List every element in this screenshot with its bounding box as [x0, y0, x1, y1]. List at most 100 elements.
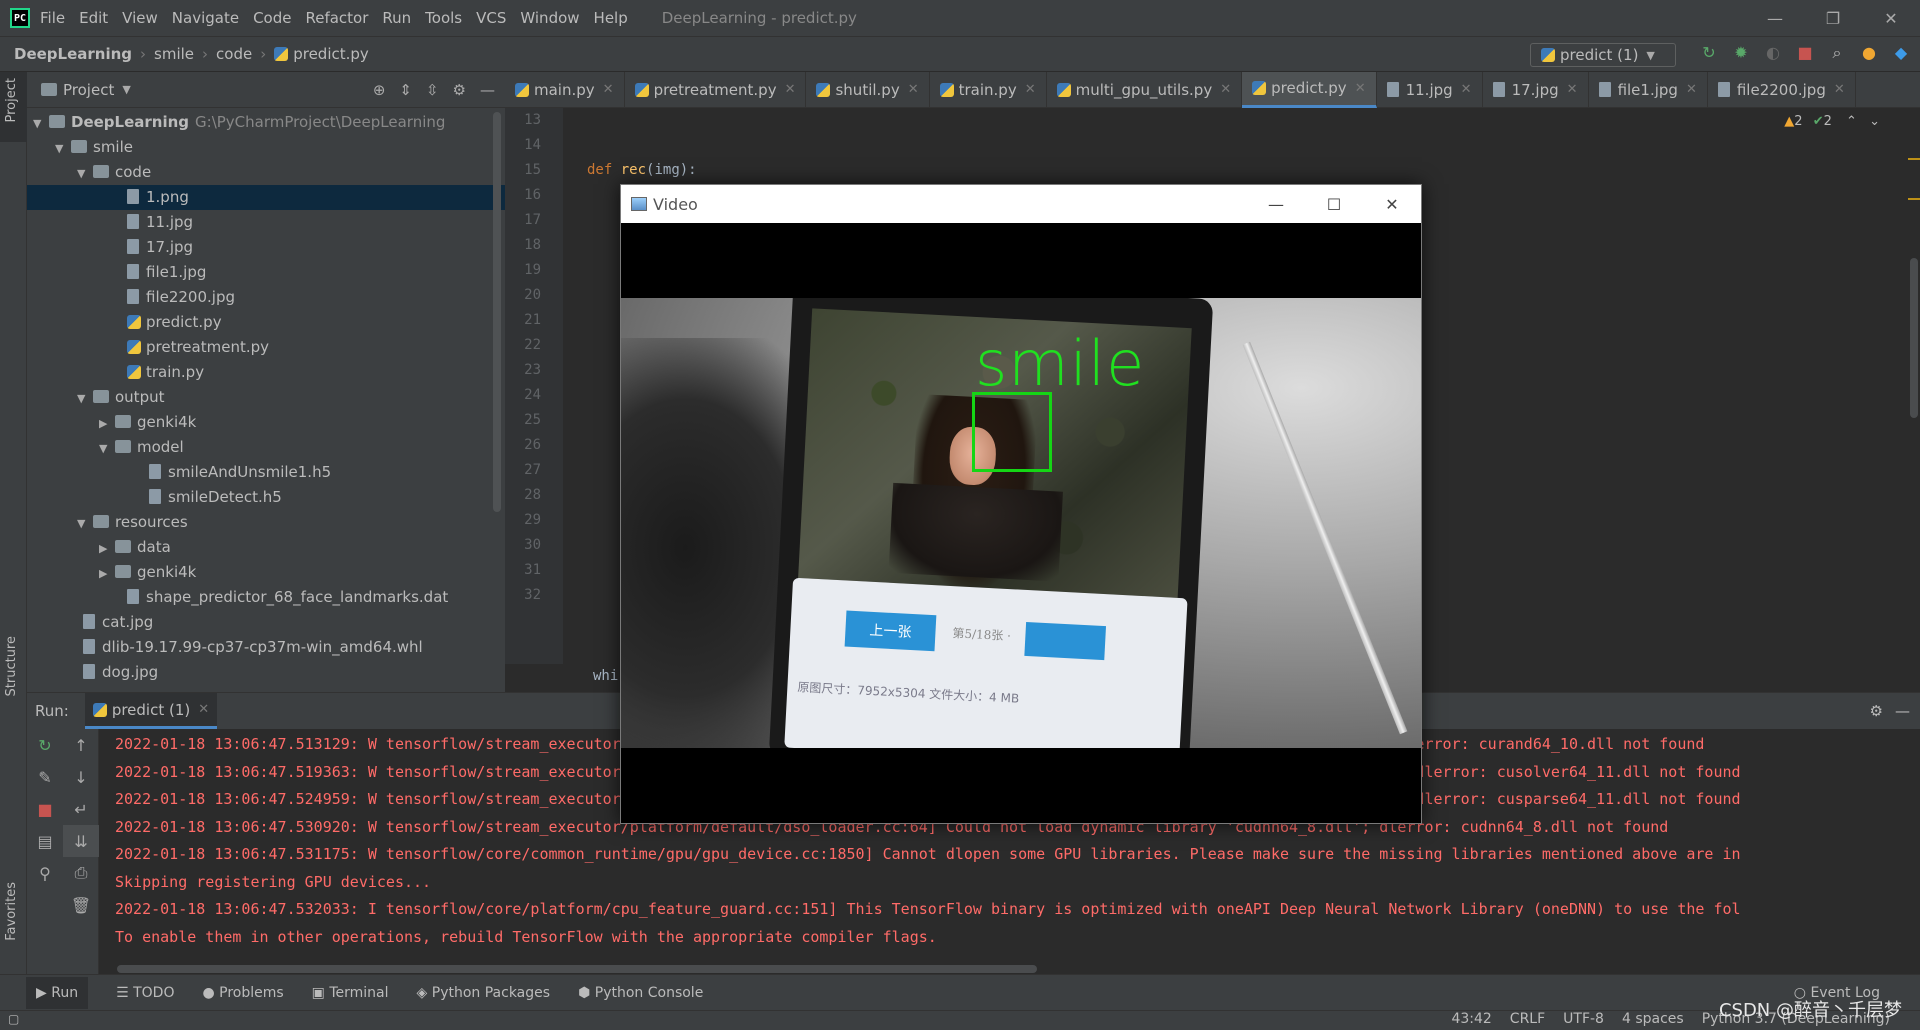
tree-item[interactable]: smileDetect.h5	[27, 485, 505, 510]
tree-item[interactable]: 17.jpg	[27, 235, 505, 260]
close-icon[interactable]: ✕	[1355, 81, 1366, 96]
editor-scroll-strip[interactable]	[1906, 108, 1920, 664]
tree-item[interactable]: cat.jpg	[27, 610, 505, 635]
run-tab[interactable]: predict (1) ✕	[84, 693, 218, 729]
inspection-widget[interactable]: ▲2 ✔2 ⌃ ⌄	[1784, 114, 1880, 129]
line-separator[interactable]: CRLF	[1510, 1011, 1545, 1027]
vertical-scrollbar[interactable]	[493, 112, 501, 512]
project-tool-tab[interactable]: Project	[4, 78, 19, 122]
tree-item[interactable]: train.py	[27, 360, 505, 385]
menu-view[interactable]: View	[122, 9, 158, 27]
tree-item[interactable]: dlib-19.17.99-cp37-cp37m-win_amd64.whl	[27, 635, 505, 660]
project-panel-title[interactable]: Project	[63, 81, 114, 99]
close-icon[interactable]: ✕	[1834, 82, 1845, 97]
tree-item[interactable]: pretreatment.py	[27, 335, 505, 360]
pin-icon[interactable]: ⚲	[27, 857, 63, 889]
rerun-icon[interactable]: ↻	[27, 729, 63, 761]
tree-item[interactable]: ▶ data	[27, 535, 505, 560]
breadcrumb-smile[interactable]: smile	[154, 45, 194, 63]
menu-window[interactable]: Window	[520, 9, 579, 27]
wrench-icon[interactable]: ✎	[27, 761, 63, 793]
restore-icon[interactable]: ❐	[1804, 9, 1862, 28]
stop-icon[interactable]: ■	[1796, 43, 1814, 62]
print-icon[interactable]: ⎙	[63, 857, 99, 889]
trash-icon[interactable]: 🗑	[63, 889, 99, 921]
close-icon[interactable]: ✕	[908, 82, 919, 97]
tab-predict-py[interactable]: predict.py ✕	[1242, 71, 1377, 108]
video-window[interactable]: Video — ☐ ✕ 上一张 第5/18张 · 原图尺寸：7952x5304 …	[620, 184, 1422, 824]
tab-multi-gpu-utils-py[interactable]: multi_gpu_utils.py ✕	[1047, 71, 1243, 108]
chevron-down-icon[interactable]: ▼	[122, 83, 130, 96]
chevron-up-icon[interactable]: ⌃	[1846, 114, 1857, 129]
tree-item[interactable]: predict.py	[27, 310, 505, 335]
tab-pretreatment-py[interactable]: pretreatment.py ✕	[625, 71, 807, 108]
indent-setting[interactable]: 4 spaces	[1622, 1011, 1684, 1027]
arrow-up-icon[interactable]: ↑	[63, 729, 99, 761]
minimize-icon[interactable]: —	[1247, 195, 1305, 214]
close-icon[interactable]: ✕	[198, 702, 209, 717]
minimize-icon[interactable]: —	[1746, 9, 1804, 28]
tab-17-jpg[interactable]: 17.jpg ✕	[1483, 71, 1589, 108]
menu-vcs[interactable]: VCS	[476, 9, 506, 27]
favorites-tool-tab[interactable]: Favorites	[4, 882, 19, 941]
tree-item[interactable]: smileAndUnsmile1.h5	[27, 460, 505, 485]
structure-tool-tab[interactable]: Structure	[4, 636, 19, 696]
close-icon[interactable]: ✕	[1363, 195, 1421, 214]
close-icon[interactable]: ✕	[1461, 82, 1472, 97]
maximize-icon[interactable]: ☐	[1305, 195, 1363, 214]
close-icon[interactable]: ✕	[1025, 82, 1036, 97]
tree-item[interactable]: ▼ smile	[27, 135, 505, 160]
terminal-tool-tab[interactable]: ▣ Terminal	[312, 985, 389, 1001]
search-icon[interactable]: ⌕	[1828, 43, 1846, 62]
breadcrumb-project[interactable]: DeepLearning	[14, 45, 132, 63]
tree-item[interactable]: file1.jpg	[27, 260, 505, 285]
file-encoding[interactable]: UTF-8	[1563, 1011, 1604, 1027]
stop-icon[interactable]: ■	[27, 793, 63, 825]
tab-main-py[interactable]: main.py ✕	[505, 71, 625, 108]
tree-item[interactable]: ▶ genki4k	[27, 410, 505, 435]
python-packages-tool-tab[interactable]: ◈ Python Packages	[417, 985, 551, 1001]
caret-position[interactable]: 43:42	[1451, 1011, 1491, 1027]
debug-icon[interactable]: ✹	[1732, 43, 1750, 62]
hide-icon[interactable]: —	[1895, 702, 1910, 720]
tree-item[interactable]: shape_predictor_68_face_landmarks.dat	[27, 585, 505, 610]
toolbox-icon[interactable]: ◆	[1892, 43, 1910, 62]
menu-edit[interactable]: Edit	[79, 9, 108, 27]
python-console-tool-tab[interactable]: ⬢ Python Console	[578, 985, 703, 1001]
tree-item[interactable]: dog.jpg	[27, 660, 505, 685]
menu-code[interactable]: Code	[253, 9, 291, 27]
close-icon[interactable]: ✕	[1686, 82, 1697, 97]
hide-icon[interactable]: —	[480, 81, 495, 99]
breadcrumb-file[interactable]: predict.py	[293, 45, 369, 63]
rerun-icon[interactable]: ↻	[1700, 43, 1718, 62]
horizontal-scrollbar[interactable]	[117, 965, 1037, 973]
tree-item[interactable]: ▼ DeepLearning G:\PyCharmProject\DeepLearn…	[27, 110, 505, 135]
problems-tool-tab[interactable]: ● Problems	[202, 985, 283, 1001]
update-icon[interactable]: ●	[1860, 43, 1878, 62]
todo-tool-tab[interactable]: ☰ TODO	[116, 985, 174, 1001]
menu-refactor[interactable]: Refactor	[305, 9, 368, 27]
scroll-to-end-icon[interactable]: ⇊	[63, 825, 99, 857]
close-icon[interactable]: ✕	[1862, 9, 1920, 28]
tree-item[interactable]: ▼ code	[27, 160, 505, 185]
run-tool-tab[interactable]: ▶ Run	[26, 976, 89, 1009]
menu-tools[interactable]: Tools	[425, 9, 462, 27]
close-icon[interactable]: ✕	[785, 82, 796, 97]
gear-icon[interactable]: ⚙	[1870, 702, 1883, 720]
layout-toggle-icon[interactable]: ▢	[8, 1012, 19, 1026]
tree-item[interactable]: ▼ model	[27, 435, 505, 460]
tab-file2200-jpg[interactable]: file2200.jpg ✕	[1708, 71, 1856, 108]
close-icon[interactable]: ✕	[1220, 82, 1231, 97]
menu-navigate[interactable]: Navigate	[172, 9, 239, 27]
video-title-bar[interactable]: Video — ☐ ✕	[621, 185, 1421, 223]
arrow-down-icon[interactable]: ↓	[63, 761, 99, 793]
tab-shutil-py[interactable]: shutil.py ✕	[806, 71, 930, 108]
tree-item[interactable]: file2200.jpg	[27, 285, 505, 310]
locate-icon[interactable]: ⊕	[373, 81, 386, 99]
run-configuration-select[interactable]: predict (1) ▼	[1530, 43, 1676, 67]
tab-11-jpg[interactable]: 11.jpg ✕	[1377, 71, 1483, 108]
close-icon[interactable]: ✕	[1567, 82, 1578, 97]
tree-item[interactable]: 1.png	[27, 185, 505, 210]
tree-item[interactable]: ▼ output	[27, 385, 505, 410]
gear-icon[interactable]: ⚙	[453, 81, 466, 99]
